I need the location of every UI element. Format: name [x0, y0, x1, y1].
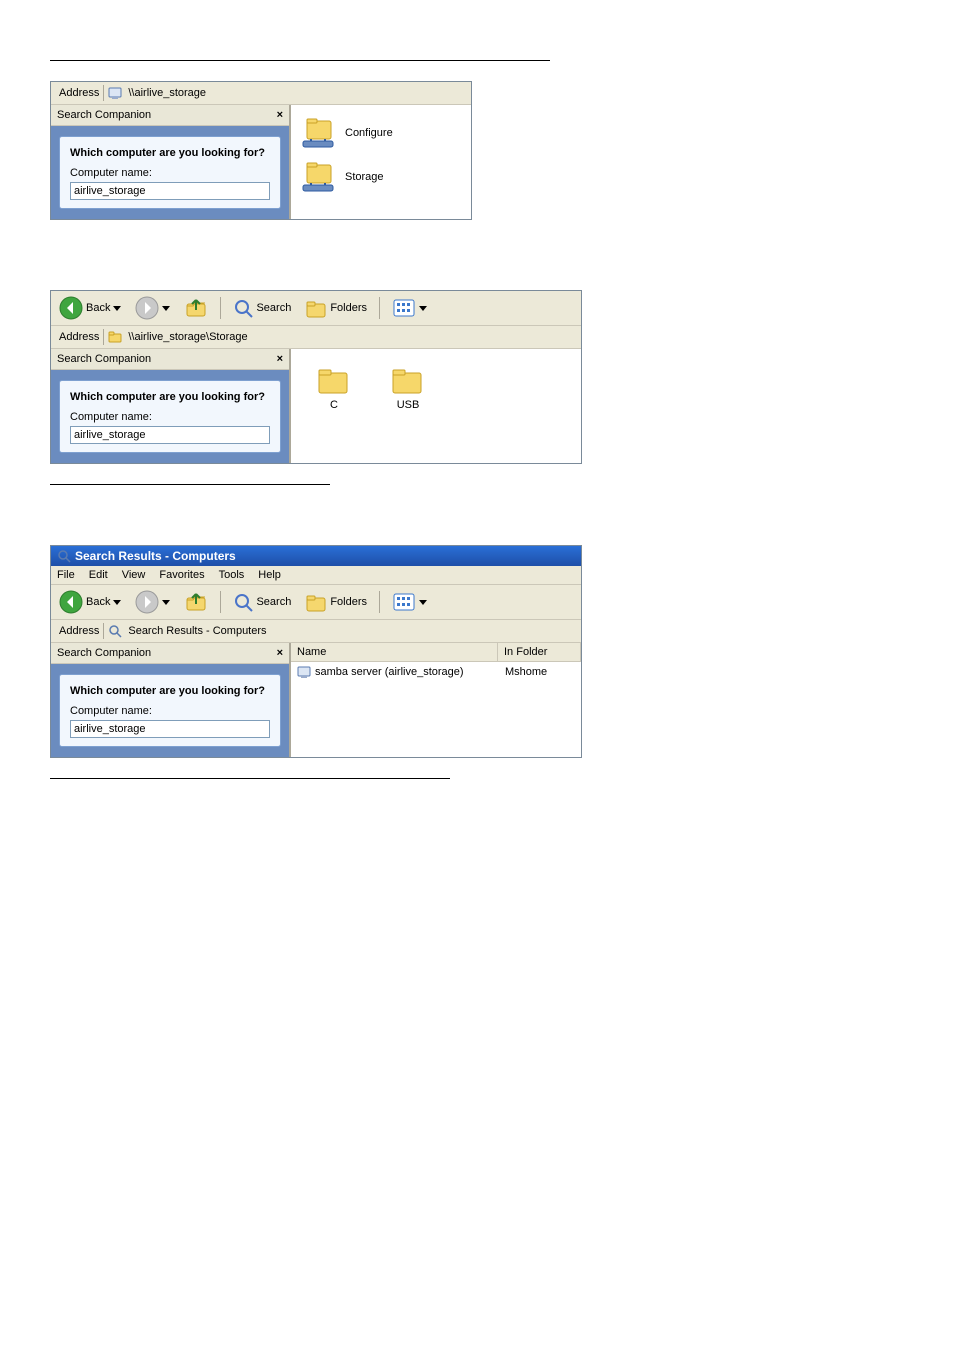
folder-icon: [317, 365, 351, 395]
title-bar: Search Results - Computers: [51, 546, 581, 566]
toolbar: Back Search Folders: [51, 291, 581, 326]
result-in-folder: Mshome: [505, 666, 575, 678]
address-label: Address: [55, 85, 104, 101]
search-question: Which computer are you looking for?: [70, 147, 270, 159]
search-icon: [57, 549, 71, 563]
address-field[interactable]: Search Results - Computers: [126, 624, 577, 638]
close-icon[interactable]: ×: [277, 353, 283, 365]
computer-name-label: Computer name:: [70, 705, 270, 717]
sidebar-title: Search Companion: [57, 353, 151, 365]
computer-name-label: Computer name:: [70, 411, 270, 423]
menu-view[interactable]: View: [122, 569, 146, 581]
menu-help[interactable]: Help: [258, 569, 281, 581]
address-bar: Address \\airlive_storage: [51, 82, 471, 105]
search-companion-panel: Search Companion × Which computer are yo…: [51, 105, 291, 219]
chevron-down-icon: [162, 600, 170, 605]
menu-favorites[interactable]: Favorites: [159, 569, 204, 581]
chevron-down-icon: [113, 306, 121, 311]
explorer-window-1: Address \\airlive_storage Search Compani…: [50, 81, 472, 220]
folder-item[interactable]: C: [317, 365, 351, 411]
column-in-folder[interactable]: In Folder: [498, 643, 581, 661]
network-share-icon: [301, 161, 337, 193]
address-field[interactable]: \\airlive_storage: [126, 86, 467, 100]
explorer-window-2: Back Search Folders Address \\airlive_st…: [50, 290, 582, 464]
computer-name-input[interactable]: [70, 426, 270, 444]
results-pane: Name In Folder samba server (airlive_sto…: [291, 643, 581, 757]
search-icon: [108, 624, 122, 638]
sidebar-title: Search Companion: [57, 109, 151, 121]
forward-button[interactable]: [131, 294, 174, 322]
chevron-down-icon: [162, 306, 170, 311]
folders-button[interactable]: Folders: [301, 590, 371, 614]
column-name[interactable]: Name: [291, 643, 498, 661]
search-question: Which computer are you looking for?: [70, 391, 270, 403]
computer-icon: [297, 665, 311, 679]
result-row[interactable]: samba server (airlive_storage) Mshome: [291, 662, 581, 682]
result-name: samba server (airlive_storage): [315, 666, 464, 678]
back-button[interactable]: Back: [55, 588, 125, 616]
content-pane: Configure Storage: [291, 105, 471, 219]
sidebar-title: Search Companion: [57, 647, 151, 659]
address-field[interactable]: \\airlive_storage\Storage: [126, 330, 577, 344]
computer-name-input[interactable]: [70, 182, 270, 200]
folder-label: USB: [397, 399, 420, 411]
folder-icon: [391, 365, 425, 395]
chevron-down-icon: [419, 306, 427, 311]
content-pane: C USB: [291, 349, 581, 463]
search-results-window: Search Results - Computers File Edit Vie…: [50, 545, 582, 758]
views-button[interactable]: [388, 590, 431, 614]
menu-edit[interactable]: Edit: [89, 569, 108, 581]
forward-button[interactable]: [131, 588, 174, 616]
share-item[interactable]: Configure: [297, 111, 465, 155]
folder-label: C: [330, 399, 338, 411]
chevron-down-icon: [113, 600, 121, 605]
address-label: Address: [55, 623, 104, 639]
search-button[interactable]: Search: [229, 296, 295, 320]
folders-button[interactable]: Folders: [301, 296, 371, 320]
search-companion-panel: Search Companion × Which computer are yo…: [51, 349, 291, 463]
address-label: Address: [55, 329, 104, 345]
menu-tools[interactable]: Tools: [219, 569, 245, 581]
up-button[interactable]: [180, 588, 212, 616]
window-title: Search Results - Computers: [75, 549, 236, 563]
share-label: Storage: [345, 171, 384, 183]
back-button[interactable]: Back: [55, 294, 125, 322]
search-question: Which computer are you looking for?: [70, 685, 270, 697]
computer-name-label: Computer name:: [70, 167, 270, 179]
network-share-icon: [301, 117, 337, 149]
address-bar: Address Search Results - Computers: [51, 620, 581, 643]
menu-bar: File Edit View Favorites Tools Help: [51, 566, 581, 585]
computer-name-input[interactable]: [70, 720, 270, 738]
column-headers: Name In Folder: [291, 643, 581, 662]
search-button[interactable]: Search: [229, 590, 295, 614]
address-bar: Address \\airlive_storage\Storage: [51, 326, 581, 349]
open-folder-icon: [108, 330, 122, 344]
close-icon[interactable]: ×: [277, 647, 283, 659]
folder-item[interactable]: USB: [391, 365, 425, 411]
chevron-down-icon: [419, 600, 427, 605]
share-label: Configure: [345, 127, 393, 139]
close-icon[interactable]: ×: [277, 109, 283, 121]
computer-icon: [108, 86, 122, 100]
toolbar: Back Search Folders: [51, 585, 581, 620]
up-button[interactable]: [180, 294, 212, 322]
share-item[interactable]: Storage: [297, 155, 465, 199]
menu-file[interactable]: File: [57, 569, 75, 581]
views-button[interactable]: [388, 296, 431, 320]
search-companion-panel: Search Companion × Which computer are yo…: [51, 643, 291, 757]
